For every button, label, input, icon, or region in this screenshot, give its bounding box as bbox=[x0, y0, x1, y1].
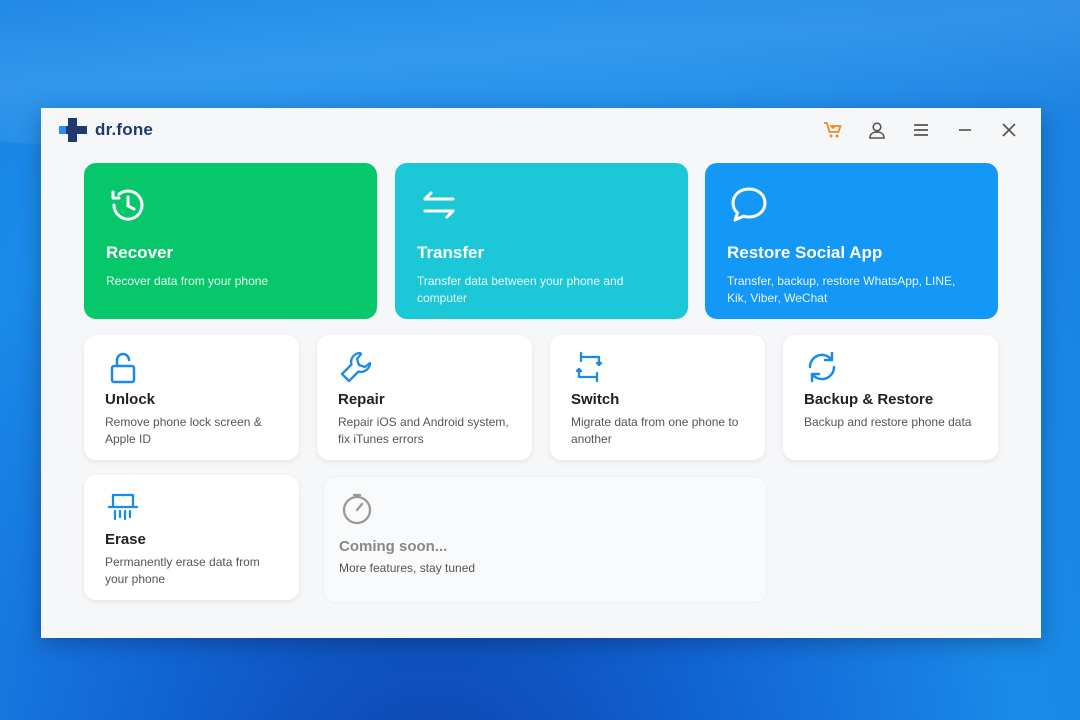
recover-desc: Recover data from your phone bbox=[106, 274, 269, 288]
app-logo: dr.fone bbox=[59, 118, 153, 142]
padlock-icon bbox=[105, 349, 141, 385]
backup-restore-card[interactable]: Backup & Restore Backup and restore phon… bbox=[783, 335, 998, 460]
transfer-desc: Transfer data between your phone and com… bbox=[417, 274, 624, 305]
erase-desc: Permanently erase data from your phone bbox=[105, 555, 260, 586]
repair-desc: Repair iOS and Android system, fix iTune… bbox=[338, 415, 509, 446]
switch-card[interactable]: Switch Migrate data from one phone to an… bbox=[550, 335, 765, 460]
coming-soon-card: Coming soon... More features, stay tuned bbox=[323, 476, 767, 603]
close-icon[interactable] bbox=[991, 116, 1027, 144]
repair-card[interactable]: Repair Repair iOS and Android system, fi… bbox=[317, 335, 532, 460]
switch-title: Switch bbox=[571, 391, 620, 408]
logo-cross-icon bbox=[59, 118, 87, 142]
erase-card[interactable]: Erase Permanently erase data from your p… bbox=[84, 475, 299, 600]
transfer-card[interactable]: Transfer Transfer data between your phon… bbox=[395, 163, 688, 319]
restore-social-card[interactable]: Restore Social App Transfer, backup, res… bbox=[705, 163, 998, 319]
logo-text: dr.fone bbox=[95, 120, 154, 139]
sync-icon bbox=[804, 349, 840, 385]
erase-title: Erase bbox=[105, 531, 146, 548]
wrench-icon bbox=[338, 349, 374, 385]
shredder-icon bbox=[105, 489, 141, 525]
transfer-arrows-icon bbox=[417, 183, 461, 227]
chat-bubble-icon bbox=[727, 183, 771, 227]
restore-social-desc: Transfer, backup, restore WhatsApp, LINE… bbox=[727, 274, 956, 305]
timer-icon bbox=[339, 491, 751, 532]
switch-desc: Migrate data from one phone to another bbox=[571, 415, 739, 446]
title-bar: dr.fone bbox=[41, 108, 1041, 152]
minimize-icon[interactable] bbox=[947, 116, 983, 144]
transfer-title: Transfer bbox=[417, 243, 485, 262]
menu-icon[interactable] bbox=[903, 116, 939, 144]
unlock-card[interactable]: Unlock Remove phone lock screen & Apple … bbox=[84, 335, 299, 460]
restore-social-title: Restore Social App bbox=[727, 243, 883, 262]
coming-soon-desc: More features, stay tuned bbox=[339, 561, 476, 575]
backup-restore-title: Backup & Restore bbox=[804, 391, 934, 408]
unlock-title: Unlock bbox=[105, 391, 156, 408]
recover-card[interactable]: Recover Recover data from your phone bbox=[84, 163, 377, 319]
backup-restore-desc: Backup and restore phone data bbox=[804, 415, 972, 429]
app-window: dr.fone Recover Recover data from your p… bbox=[41, 108, 1041, 638]
clock-restore-icon bbox=[106, 183, 150, 227]
coming-soon-title: Coming soon... bbox=[339, 538, 448, 555]
unlock-desc: Remove phone lock screen & Apple ID bbox=[105, 415, 262, 446]
window-controls bbox=[815, 116, 1027, 144]
phone-switch-icon bbox=[571, 349, 607, 385]
user-icon[interactable] bbox=[859, 116, 895, 144]
recover-title: Recover bbox=[106, 243, 174, 262]
cart-icon[interactable] bbox=[815, 116, 851, 144]
repair-title: Repair bbox=[338, 391, 385, 408]
